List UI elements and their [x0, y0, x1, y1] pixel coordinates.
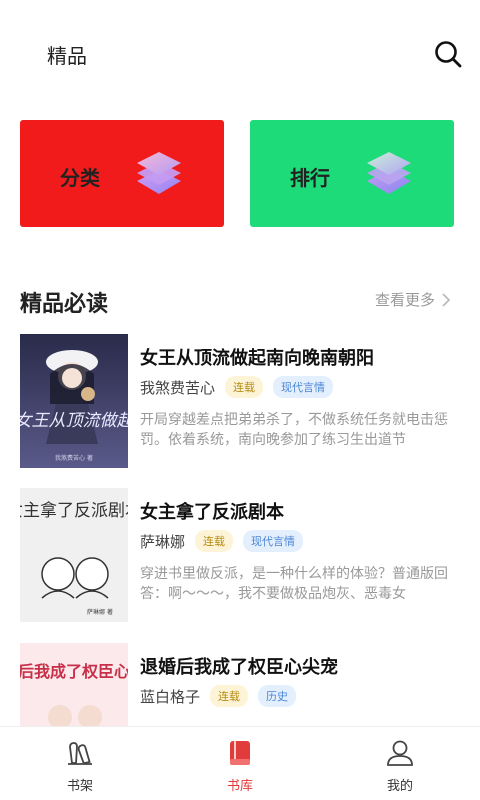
cover-title: 退婚后我成了权臣心尖宠	[20, 662, 128, 681]
book-title: 女王从顶流做起南向晚南朝阳	[140, 348, 374, 369]
list-item[interactable]: 女主拿了反派剧本 萨琳娜 著 女主拿了反派剧本 萨琳娜 连载 现代言情 穿进书里…	[0, 488, 480, 628]
user-icon	[387, 740, 413, 766]
tab-label: 书库	[226, 779, 253, 794]
book-author: 蓝白格子	[140, 687, 201, 706]
book-meta: 我煞费苦心 连载 现代言情	[140, 376, 334, 398]
bookshelf-icon	[68, 742, 92, 765]
status-badge: 连载	[225, 376, 264, 398]
book-cover[interactable]: 女王从顶流做起 我煞费苦心 著	[20, 334, 128, 468]
genre-badge: 现代言情	[273, 376, 334, 398]
header: 精品	[0, 0, 480, 110]
tab-bookshelf[interactable]: 书架	[0, 727, 160, 800]
book-author: 我煞费苦心	[140, 378, 216, 397]
page-title: 精品	[47, 44, 87, 68]
tab-label: 我的	[386, 779, 413, 794]
status-badge: 连载	[210, 685, 249, 707]
genre-badge: 现代言情	[243, 530, 304, 552]
category-label: 分类	[60, 166, 100, 190]
genre-badge: 历史	[258, 685, 297, 707]
book-title: 退婚后我成了权臣心尖宠	[140, 657, 338, 678]
book-description: 开局穿越差点把弟弟杀了，不做系统任务就电击惩罚。依着系统，南向晚参加了练习生出道…	[140, 412, 448, 448]
more-link[interactable]: 查看更多	[375, 289, 451, 310]
bottom-tab-bar: 书架 书库 我的	[0, 726, 480, 800]
layers-icon	[364, 148, 414, 200]
book-title: 女主拿了反派剧本	[140, 502, 284, 523]
cover-title: 女主拿了反派剧本	[20, 500, 128, 521]
chevron-right-icon	[442, 292, 451, 307]
category-card[interactable]: 分类	[20, 120, 224, 227]
book-description: 穿进书里做反派，是一种什么样的体验？普通版回答：啊～～～，我不要做极品炮灰、恶毒…	[140, 566, 448, 602]
cover-title: 女王从顶流做起	[20, 411, 128, 431]
book-meta: 萨琳娜 连载 现代言情	[140, 530, 304, 552]
layers-icon	[134, 148, 184, 200]
tab-profile[interactable]: 我的	[320, 727, 480, 800]
cover-author: 我煞费苦心 著	[55, 454, 93, 462]
book-cover[interactable]: 女主拿了反派剧本 萨琳娜 著	[20, 488, 128, 622]
book-author: 萨琳娜	[140, 532, 186, 551]
list-item[interactable]: 女王从顶流做起 我煞费苦心 著 女王从顶流做起南向晚南朝阳 我煞费苦心 连载 现…	[0, 334, 480, 474]
book-icon	[230, 741, 250, 765]
cover-author: 萨琳娜 著	[87, 608, 113, 616]
more-link-label: 查看更多	[375, 291, 436, 309]
section-title: 精品必读	[20, 292, 109, 317]
category-label: 排行	[290, 166, 330, 190]
search-icon[interactable]	[432, 38, 464, 70]
book-meta: 蓝白格子 连载 历史	[140, 685, 297, 707]
status-badge: 连载	[195, 530, 234, 552]
tab-label: 书架	[66, 779, 93, 794]
tab-library[interactable]: 书库	[160, 727, 320, 800]
ranking-card[interactable]: 排行	[250, 120, 454, 227]
